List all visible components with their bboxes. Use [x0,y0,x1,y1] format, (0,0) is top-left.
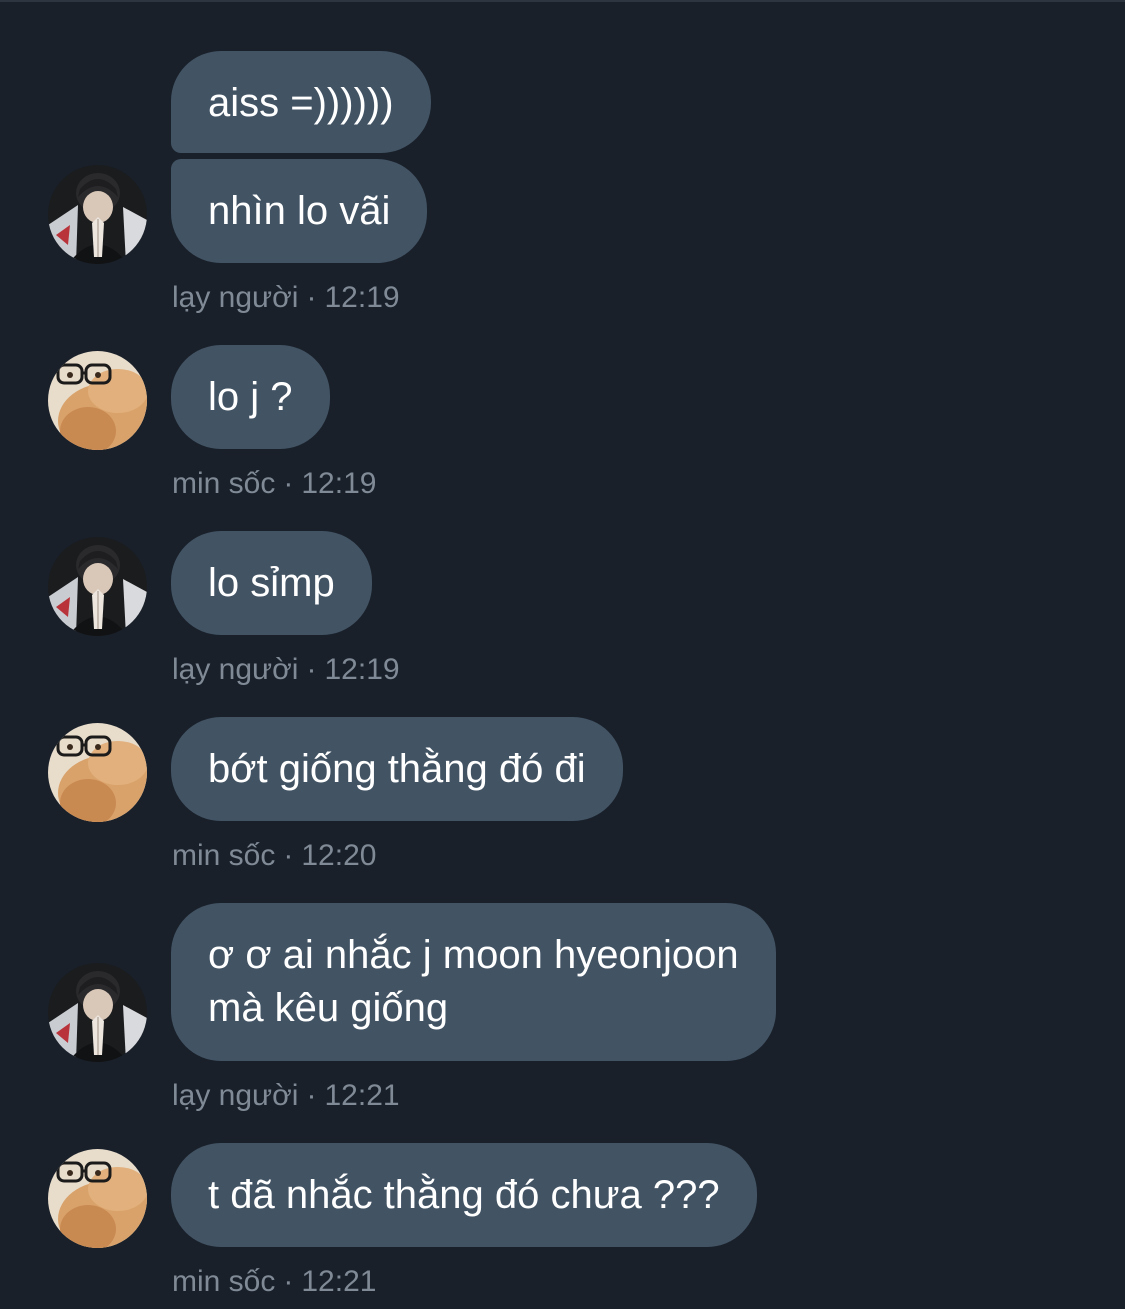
person-praying-avatar[interactable] [48,165,147,264]
message-meta: min sốc · 12:21 [172,1264,376,1300]
person-praying-avatar[interactable] [48,537,147,636]
separator-dot: · [283,467,294,500]
timestamp: 12:20 [301,839,377,872]
rabbit-with-glasses-avatar[interactable] [48,1149,147,1248]
message-text: t đã nhắc thằng đó chưa ??? [208,1173,720,1217]
sender-name[interactable]: min sốc [172,839,275,872]
separator-dot: · [306,281,317,314]
rabbit-with-glasses-avatar[interactable] [48,351,147,450]
message-bubble[interactable]: aiss =)))))) [171,51,431,153]
message-text: bớt giống thằng đó đi [208,747,586,791]
message-text: nhìn lo vãi [208,189,391,233]
separator-dot: · [306,653,317,686]
message-meta: lạy người · 12:19 [172,652,400,688]
timestamp: 12:21 [301,1265,377,1298]
chat-thread[interactable]: aiss =)))))) nhìn lo vãi lạy người · 12:19… [0,0,1125,1309]
message-text: lo j ? [208,375,293,419]
message-meta: lạy người · 12:21 [172,1078,400,1114]
message-bubble[interactable]: t đã nhắc thằng đó chưa ??? [171,1143,757,1247]
person-praying-avatar[interactable] [48,963,147,1062]
message-text: aiss =)))))) [208,81,394,125]
separator-dot: · [306,1079,317,1112]
timestamp: 12:19 [324,653,400,686]
message-meta: lạy người · 12:19 [172,280,400,316]
sender-name[interactable]: lạy người [172,1079,298,1112]
timestamp: 12:19 [301,467,377,500]
message-bubble[interactable]: ơ ơ ai nhắc j moon hyeonjoon mà kêu giốn… [171,903,776,1061]
separator-dot: · [283,839,294,872]
message-text: lo sỉmp [208,561,335,605]
timestamp: 12:21 [324,1079,400,1112]
sender-name[interactable]: lạy người [172,281,298,314]
sender-name[interactable]: min sốc [172,1265,275,1298]
separator-dot: · [283,1265,294,1298]
rabbit-with-glasses-avatar[interactable] [48,723,147,822]
message-bubble[interactable]: lo sỉmp [171,531,372,635]
timestamp: 12:19 [324,281,400,314]
message-meta: min sốc · 12:19 [172,466,376,502]
message-bubble[interactable]: bớt giống thằng đó đi [171,717,623,821]
message-text-line: mà kêu giống [208,986,449,1030]
message-meta: min sốc · 12:20 [172,838,376,874]
sender-name[interactable]: min sốc [172,467,275,500]
message-bubble[interactable]: lo j ? [171,345,330,449]
message-bubble[interactable]: nhìn lo vãi [171,159,428,263]
message-text-line: ơ ơ ai nhắc j moon hyeonjoon [208,933,739,977]
sender-name[interactable]: lạy người [172,653,298,686]
